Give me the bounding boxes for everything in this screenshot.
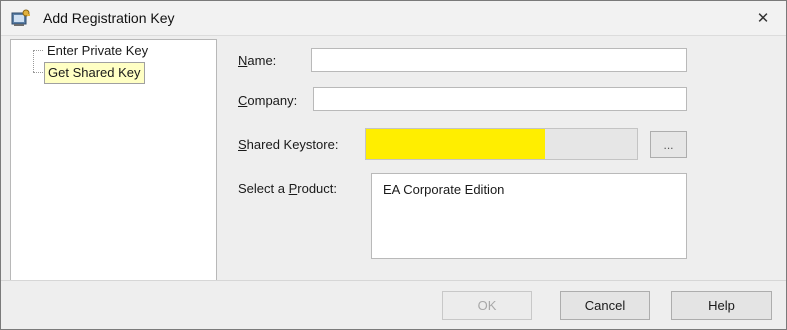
add-registration-key-dialog: Add Registration Key ✕ Enter Private Key… (0, 0, 787, 330)
company-input[interactable] (313, 87, 687, 111)
dialog-title: Add Registration Key (43, 10, 175, 26)
redaction-highlight (366, 129, 545, 159)
name-input[interactable] (311, 48, 687, 72)
company-label: Company: (238, 93, 298, 108)
tree-item-get-shared-key[interactable]: Get Shared Key (44, 62, 145, 84)
help-button[interactable]: Help (671, 291, 772, 320)
browse-button[interactable]: ... (650, 131, 687, 158)
title-bar[interactable]: Add Registration Key ✕ (1, 1, 786, 36)
registration-key-icon (11, 9, 31, 27)
tree-item-label: Enter Private Key (47, 43, 149, 58)
tree-connector-vertical (33, 50, 34, 72)
select-product-label: Select a Product: (238, 181, 338, 196)
shared-keystore-field[interactable] (365, 128, 638, 160)
ok-button[interactable]: OK (442, 291, 532, 320)
tree-item-enter-private-key[interactable]: Enter Private Key (44, 41, 151, 61)
footer-divider (1, 280, 786, 281)
close-icon: ✕ (756, 10, 770, 27)
shared-keystore-label: Shared Keystore: (238, 137, 339, 152)
cancel-button[interactable]: Cancel (560, 291, 650, 320)
name-label: Name: (238, 53, 277, 68)
navigation-tree: Enter Private Key Get Shared Key (10, 39, 217, 281)
tree-connector-horizontal (33, 50, 43, 51)
tree-item-label: Get Shared Key (48, 65, 141, 80)
close-button[interactable]: ✕ (740, 1, 786, 35)
product-list[interactable]: EA Corporate Edition (371, 173, 687, 259)
tree-connector-horizontal (33, 72, 43, 73)
product-item[interactable]: EA Corporate Edition (383, 182, 504, 197)
